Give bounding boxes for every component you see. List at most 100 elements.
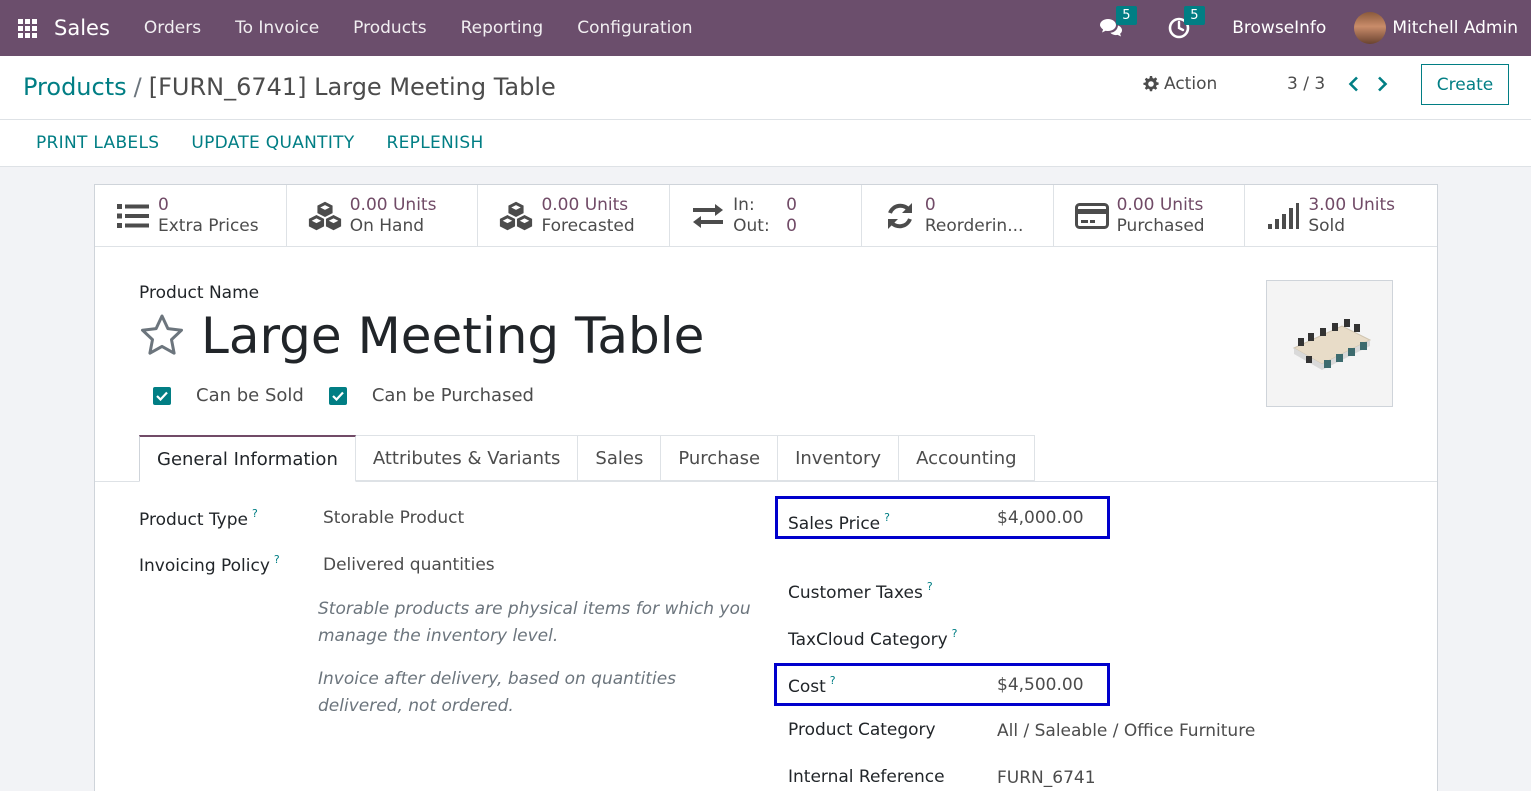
- menu-to-invoice[interactable]: To Invoice: [218, 18, 336, 38]
- pager-value[interactable]: 3 / 3: [1287, 74, 1325, 94]
- check-icon: [156, 391, 168, 401]
- activities-button[interactable]: 5: [1164, 6, 1205, 43]
- check-icon: [332, 391, 344, 401]
- tab-attributes-variants[interactable]: Attributes & Variants: [355, 435, 579, 481]
- company-switcher[interactable]: BrowseInfo: [1232, 18, 1326, 38]
- reordering-value: 0: [924, 194, 936, 215]
- product-name-field[interactable]: Large Meeting Table: [201, 307, 704, 365]
- action-label: Action: [1164, 74, 1218, 94]
- storable-help-text: Storable products are physical items for…: [318, 599, 751, 646]
- chevron-left-icon: [1348, 76, 1358, 92]
- internal-reference-field[interactable]: FURN_6741: [997, 768, 1096, 788]
- action-menu-button[interactable]: Action: [1143, 74, 1217, 94]
- tab-sales[interactable]: Sales: [578, 435, 662, 481]
- help-tooltip-icon[interactable]: ?: [884, 511, 890, 524]
- help-tooltip-icon[interactable]: ?: [252, 507, 258, 520]
- can-be-sold-label: Can be Sold: [196, 385, 304, 406]
- purchased-label: Purchased: [1116, 215, 1205, 236]
- breadcrumb-products-link[interactable]: Products: [23, 73, 127, 101]
- extra-prices-button[interactable]: 0 Extra Prices: [95, 185, 287, 246]
- help-tooltip-icon[interactable]: ?: [830, 674, 836, 687]
- app-name[interactable]: Sales: [54, 16, 110, 40]
- grid-icon: [17, 18, 37, 38]
- tab-general-information[interactable]: General Information: [139, 435, 356, 482]
- control-panel: Products / [FURN_6741] Large Meeting Table…: [0, 56, 1531, 120]
- product-form-sheet: 0 Extra Prices 0.00 Units On Hand 0.00 U…: [94, 184, 1438, 791]
- on-hand-button[interactable]: 0.00 Units On Hand: [287, 185, 479, 246]
- title-row: Large Meeting Table: [139, 307, 704, 365]
- in-out-button[interactable]: In: 0 Out: 0: [670, 185, 862, 246]
- menu-configuration[interactable]: Configuration: [560, 18, 709, 38]
- help-tooltip-icon[interactable]: ?: [927, 580, 933, 593]
- on-hand-value: 0.00 Units: [349, 194, 437, 215]
- top-navbar: Sales Orders To Invoice Products Reporti…: [0, 0, 1531, 56]
- pager-next-button[interactable]: [1373, 73, 1391, 95]
- meeting-table-image: [1292, 318, 1371, 370]
- product-type-select[interactable]: Storable Product: [323, 508, 464, 528]
- on-hand-label: On Hand: [349, 215, 425, 236]
- notebook-tabs: General Information Attributes & Variant…: [139, 435, 1035, 482]
- sale-purchase-checkboxes: Can be Sold Can be Purchased: [153, 385, 559, 406]
- forecasted-value: 0.00 Units: [541, 194, 629, 215]
- sold-label: Sold: [1308, 215, 1346, 236]
- out-value: 0: [786, 215, 797, 236]
- pager-previous-button[interactable]: [1344, 73, 1362, 95]
- user-avatar[interactable]: [1354, 12, 1387, 44]
- print-labels-button[interactable]: PRINT LABELS: [20, 133, 175, 153]
- invoicing-policy-select[interactable]: Delivered quantities: [323, 555, 495, 575]
- breadcrumb: Products / [FURN_6741] Large Meeting Table: [23, 73, 556, 101]
- product-name-label: Product Name: [139, 283, 260, 303]
- signal-icon: [1265, 198, 1301, 234]
- smart-button-box: 0 Extra Prices 0.00 Units On Hand 0.00 U…: [95, 185, 1437, 247]
- invoicing-policy-label: Invoicing Policy?: [139, 553, 280, 576]
- tab-accounting[interactable]: Accounting: [899, 435, 1035, 481]
- messages-button[interactable]: 5: [1096, 6, 1137, 43]
- breadcrumb-current: [FURN_6741] Large Meeting Table: [148, 73, 556, 101]
- internal-reference-label: Internal Reference: [788, 767, 945, 787]
- forecasted-button[interactable]: 0.00 Units Forecasted: [478, 185, 671, 246]
- cubes-icon: [307, 198, 343, 234]
- can-be-purchased-label: Can be Purchased: [371, 385, 534, 406]
- activities-count-badge: 5: [1184, 6, 1205, 25]
- extra-prices-label: Extra Prices: [158, 215, 259, 236]
- create-button[interactable]: Create: [1421, 64, 1509, 105]
- gear-icon: [1143, 76, 1159, 92]
- cost-label: Cost?: [788, 674, 836, 697]
- sales-price-label: Sales Price?: [788, 511, 890, 534]
- product-category-field[interactable]: All / Saleable / Office Furniture: [997, 721, 1255, 741]
- tab-purchase[interactable]: Purchase: [661, 435, 779, 481]
- in-label: In:: [733, 194, 755, 215]
- product-type-label: Product Type?: [139, 507, 258, 530]
- menu-products[interactable]: Products: [336, 18, 443, 38]
- product-category-label: Product Category: [788, 720, 936, 740]
- invoice-help-text: Invoice after delivery, based on quantit…: [318, 669, 677, 716]
- extra-prices-value: 0: [158, 194, 169, 215]
- cost-field[interactable]: $4,500.00: [997, 675, 1084, 695]
- purchased-value: 0.00 Units: [1116, 194, 1204, 215]
- credit-card-icon: [1074, 198, 1110, 234]
- taxcloud-category-label: TaxCloud Category?: [788, 627, 958, 650]
- purchased-button[interactable]: 0.00 Units Purchased: [1054, 185, 1246, 246]
- sold-button[interactable]: 3.00 Units Sold: [1245, 185, 1437, 246]
- replenish-button[interactable]: REPLENISH: [371, 133, 500, 153]
- form-header-buttons: PRINT LABELS UPDATE QUANTITY REPLENISH: [0, 120, 1531, 167]
- reordering-label: Reorderin...: [924, 215, 1024, 236]
- help-tooltip-icon[interactable]: ?: [274, 553, 280, 566]
- update-quantity-button[interactable]: UPDATE QUANTITY: [175, 133, 370, 153]
- tab-inventory[interactable]: Inventory: [778, 435, 900, 481]
- favorite-star-icon[interactable]: [139, 313, 185, 359]
- reordering-rules-button[interactable]: 0 Reorderin...: [862, 185, 1054, 246]
- user-menu[interactable]: Mitchell Admin: [1392, 18, 1518, 38]
- product-image[interactable]: [1266, 280, 1393, 407]
- out-label: Out:: [733, 215, 770, 236]
- forecasted-label: Forecasted: [541, 215, 635, 236]
- help-tooltip-icon[interactable]: ?: [952, 627, 958, 640]
- apps-menu-button[interactable]: [0, 0, 54, 56]
- menu-reporting[interactable]: Reporting: [444, 18, 561, 38]
- menu-orders[interactable]: Orders: [127, 18, 218, 38]
- can-be-purchased-checkbox[interactable]: [328, 386, 347, 405]
- can-be-sold-checkbox[interactable]: [153, 386, 171, 405]
- customer-taxes-label: Customer Taxes?: [788, 580, 933, 603]
- sales-price-field[interactable]: $4,000.00: [997, 508, 1084, 528]
- cubes-icon: [498, 198, 534, 234]
